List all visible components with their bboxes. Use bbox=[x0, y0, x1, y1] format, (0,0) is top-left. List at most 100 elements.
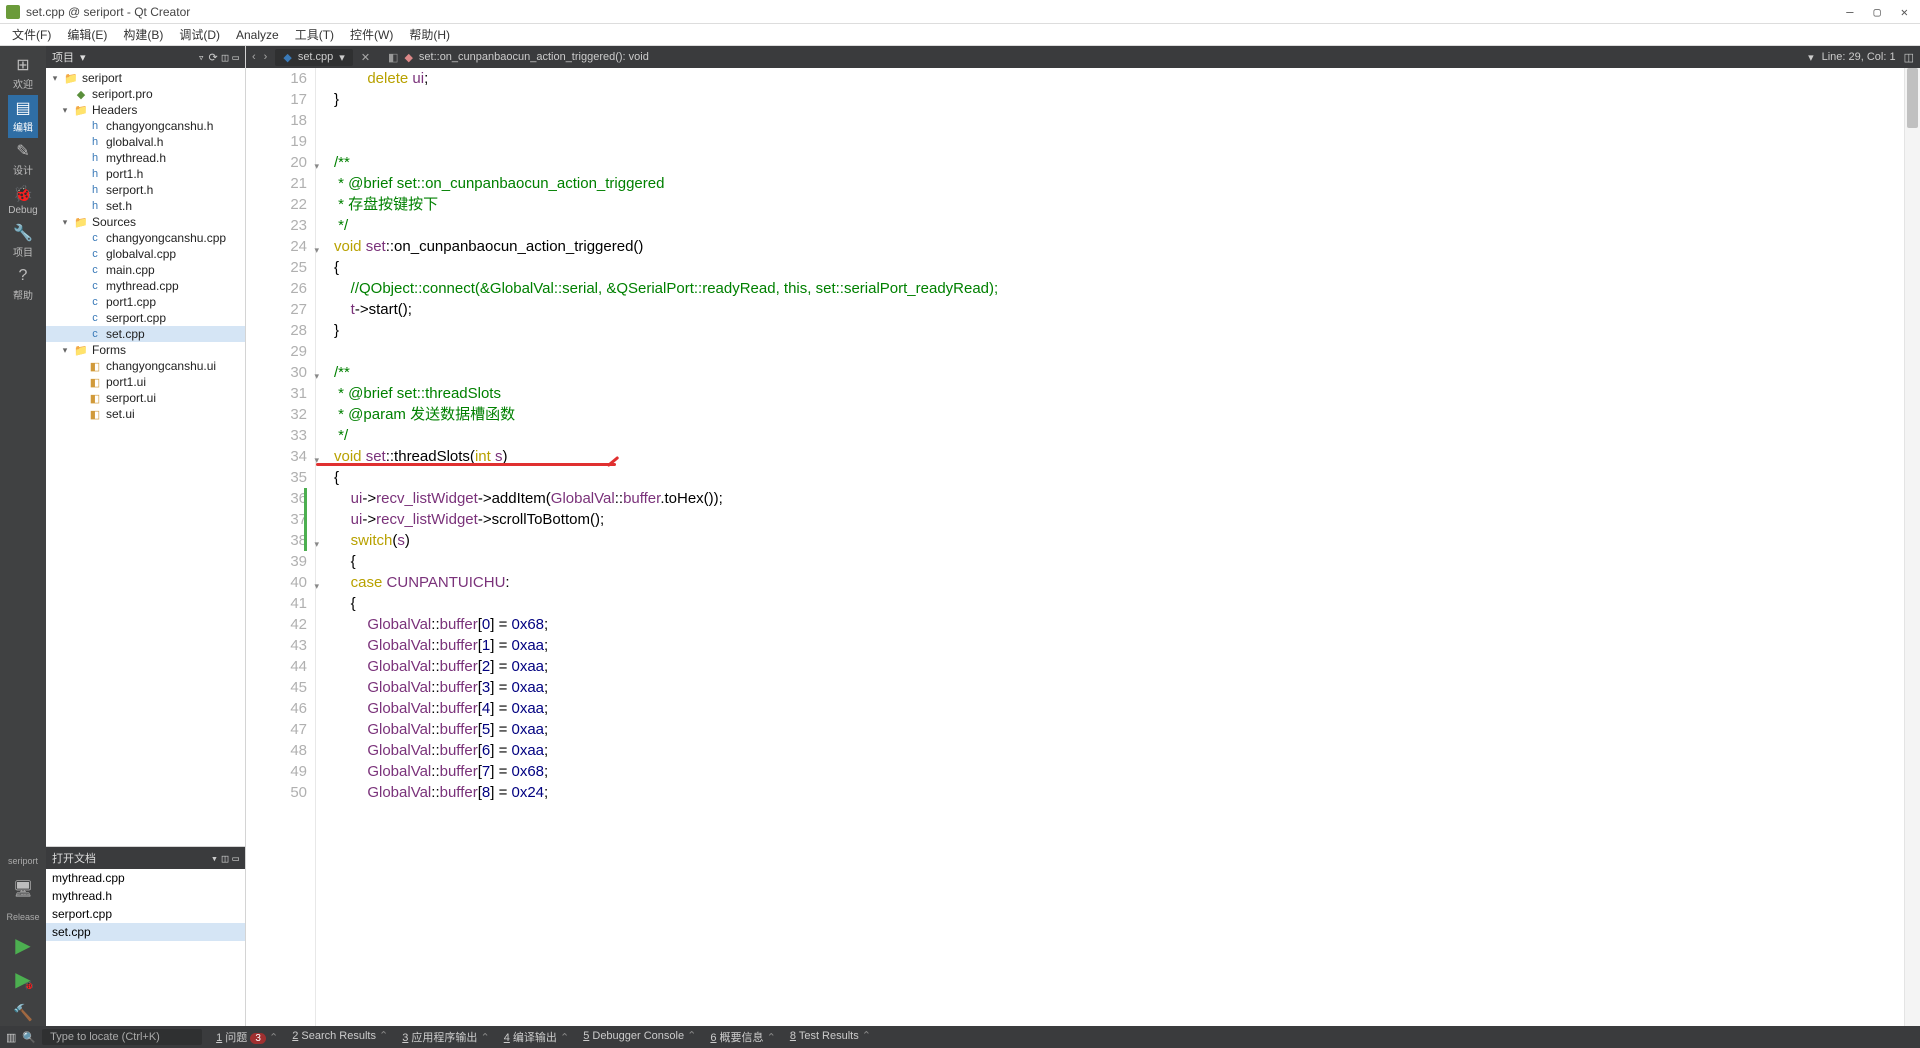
tree-file-port1.h[interactable]: hport1.h bbox=[46, 166, 245, 182]
tree-file-port1.ui[interactable]: ◧port1.ui bbox=[46, 374, 245, 390]
code-line-45[interactable]: GlobalVal::buffer[3] = 0xaa; bbox=[334, 677, 1920, 698]
locator-input[interactable]: Type to locate (Ctrl+K) bbox=[42, 1029, 202, 1045]
code-line-43[interactable]: GlobalVal::buffer[1] = 0xaa; bbox=[334, 635, 1920, 656]
open-doc-set.cpp[interactable]: set.cpp× bbox=[46, 923, 245, 941]
scrollbar-thumb[interactable] bbox=[1907, 68, 1918, 128]
mode-设计[interactable]: ✎设计 bbox=[8, 138, 37, 181]
code-line-22[interactable]: * 存盘按键按下 bbox=[334, 194, 1920, 215]
status-tab-Test Results[interactable]: 8 Test Results ⌃ bbox=[790, 1029, 871, 1045]
code-line-29[interactable] bbox=[334, 341, 1920, 362]
menu-window[interactable]: 控件(W) bbox=[342, 24, 401, 45]
kit-mode[interactable]: Release bbox=[6, 910, 39, 924]
status-tab-Debugger Console[interactable]: 5 Debugger Console ⌃ bbox=[583, 1029, 696, 1045]
close-panel-icon[interactable]: ▭ bbox=[232, 51, 239, 64]
open-docs-list[interactable]: mythread.cpp×mythread.h×serport.cpp×set.… bbox=[46, 869, 245, 1026]
tree-file-globalval.h[interactable]: hglobalval.h bbox=[46, 134, 245, 150]
code-area[interactable]: delete ui;}/** * @brief set::on_cunpanba… bbox=[316, 68, 1920, 1026]
nav-fwd-icon[interactable]: › bbox=[264, 51, 268, 63]
tree-file-serport.ui[interactable]: ◧serport.ui bbox=[46, 390, 245, 406]
code-line-27[interactable]: t->start(); bbox=[334, 299, 1920, 320]
menu-file[interactable]: 文件(F) bbox=[4, 24, 59, 45]
status-tab-问题[interactable]: 1 问题 3 ⌃ bbox=[216, 1029, 278, 1045]
project-tree[interactable]: ▾📁seriport◆seriport.pro▾📁Headershchangyo… bbox=[46, 68, 245, 846]
kit-selector[interactable]: 🖥 bbox=[0, 876, 46, 902]
code-line-26[interactable]: //QObject::connect(&GlobalVal::serial, &… bbox=[334, 278, 1920, 299]
tree-headers[interactable]: ▾📁Headers bbox=[46, 102, 245, 118]
build-button[interactable]: 🔨 bbox=[0, 1000, 46, 1026]
code-line-44[interactable]: GlobalVal::buffer[2] = 0xaa; bbox=[334, 656, 1920, 677]
mode-帮助[interactable]: ?帮助 bbox=[8, 263, 37, 306]
kit-project[interactable]: seriport bbox=[8, 854, 38, 868]
tree-file-main.cpp[interactable]: cmain.cpp bbox=[46, 262, 245, 278]
line-gutter[interactable]: 1617181920▾21222324▾252627282930▾3132333… bbox=[246, 68, 316, 1026]
tree-file-set.h[interactable]: hset.h bbox=[46, 198, 245, 214]
filter-icon[interactable]: ▿ bbox=[198, 51, 205, 64]
code-line-30[interactable]: /** bbox=[334, 362, 1920, 383]
code-line-17[interactable]: } bbox=[334, 89, 1920, 110]
tree-file-changyongcanshu.cpp[interactable]: cchangyongcanshu.cpp bbox=[46, 230, 245, 246]
split-icon[interactable]: ◫ bbox=[222, 51, 229, 64]
mode-Debug[interactable]: 🐞Debug bbox=[8, 181, 37, 220]
tree-pro[interactable]: ◆seriport.pro bbox=[46, 86, 245, 102]
code-line-16[interactable]: delete ui; bbox=[334, 68, 1920, 89]
menu-debug[interactable]: 调试(D) bbox=[171, 24, 228, 45]
status-tab-编译输出[interactable]: 4 编译输出 ⌃ bbox=[504, 1029, 569, 1045]
code-line-33[interactable]: */ bbox=[334, 425, 1920, 446]
menu-analyze[interactable]: Analyze bbox=[228, 26, 287, 44]
code-line-39[interactable]: { bbox=[334, 551, 1920, 572]
code-line-28[interactable]: } bbox=[334, 320, 1920, 341]
code-line-21[interactable]: * @brief set::on_cunpanbaocun_action_tri… bbox=[334, 173, 1920, 194]
tree-file-mythread.h[interactable]: hmythread.h bbox=[46, 150, 245, 166]
tree-sources[interactable]: ▾📁Sources bbox=[46, 214, 245, 230]
tree-file-globalval.cpp[interactable]: cglobalval.cpp bbox=[46, 246, 245, 262]
dropdown-icon[interactable]: ▾ bbox=[211, 852, 218, 865]
menu-tools[interactable]: 工具(T) bbox=[287, 24, 342, 45]
code-line-50[interactable]: GlobalVal::buffer[8] = 0x24; bbox=[334, 782, 1920, 803]
code-line-31[interactable]: * @brief set::threadSlots bbox=[334, 383, 1920, 404]
tree-file-set.cpp[interactable]: cset.cpp bbox=[46, 326, 245, 342]
open-doc-mythread.cpp[interactable]: mythread.cpp× bbox=[46, 869, 245, 887]
split-editor-icon[interactable]: ◫ bbox=[1904, 51, 1914, 64]
code-line-48[interactable]: GlobalVal::buffer[6] = 0xaa; bbox=[334, 740, 1920, 761]
open-doc-mythread.h[interactable]: mythread.h× bbox=[46, 887, 245, 905]
line-col[interactable]: Line: 29, Col: 1 bbox=[1822, 51, 1896, 64]
mode-项目[interactable]: 🔧项目 bbox=[8, 220, 37, 263]
split-icon[interactable]: ◫ bbox=[222, 852, 229, 865]
tree-file-serport.cpp[interactable]: cserport.cpp bbox=[46, 310, 245, 326]
tree-file-port1.cpp[interactable]: cport1.cpp bbox=[46, 294, 245, 310]
tree-file-mythread.cpp[interactable]: cmythread.cpp bbox=[46, 278, 245, 294]
close-button[interactable]: ✕ bbox=[1901, 5, 1908, 19]
maximize-button[interactable]: ▢ bbox=[1874, 5, 1881, 19]
tree-forms[interactable]: ▾📁Forms bbox=[46, 342, 245, 358]
mode-编辑[interactable]: ▤编辑 bbox=[8, 95, 37, 138]
nav-back-icon[interactable]: ‹ bbox=[252, 51, 256, 63]
mode-欢迎[interactable]: ⊞欢迎 bbox=[8, 52, 37, 95]
status-tab-Search Results[interactable]: 2 Search Results ⌃ bbox=[292, 1029, 388, 1045]
code-line-37[interactable]: ui->recv_listWidget->scrollToBottom(); bbox=[334, 509, 1920, 530]
code-line-46[interactable]: GlobalVal::buffer[4] = 0xaa; bbox=[334, 698, 1920, 719]
code-line-41[interactable]: { bbox=[334, 593, 1920, 614]
tab-dropdown-icon[interactable]: ▾ bbox=[339, 51, 345, 64]
run-debug-button[interactable]: ▶🐞 bbox=[0, 966, 46, 992]
code-line-24[interactable]: void set::on_cunpanbaocun_action_trigger… bbox=[334, 236, 1920, 257]
code-line-23[interactable]: */ bbox=[334, 215, 1920, 236]
code-line-32[interactable]: * @param 发送数据槽函数 bbox=[334, 404, 1920, 425]
tree-file-serport.h[interactable]: hserport.h bbox=[46, 182, 245, 198]
dropdown-icon[interactable]: ▾ bbox=[80, 51, 86, 64]
code-line-35[interactable]: { bbox=[334, 467, 1920, 488]
open-doc-serport.cpp[interactable]: serport.cpp× bbox=[46, 905, 245, 923]
code-line-49[interactable]: GlobalVal::buffer[7] = 0x68; bbox=[334, 761, 1920, 782]
vertical-scrollbar[interactable] bbox=[1904, 68, 1920, 1026]
status-tab-应用程序输出[interactable]: 3 应用程序输出 ⌃ bbox=[402, 1029, 489, 1045]
close-panel-icon[interactable]: ▭ bbox=[232, 852, 239, 865]
menu-build[interactable]: 构建(B) bbox=[115, 24, 171, 45]
code-line-38[interactable]: switch(s) bbox=[334, 530, 1920, 551]
status-tab-概要信息[interactable]: 6 概要信息 ⌃ bbox=[710, 1029, 775, 1045]
code-line-25[interactable]: { bbox=[334, 257, 1920, 278]
code-line-42[interactable]: GlobalVal::buffer[0] = 0x68; bbox=[334, 614, 1920, 635]
code-line-47[interactable]: GlobalVal::buffer[5] = 0xaa; bbox=[334, 719, 1920, 740]
bookmark-icon[interactable]: ◧ bbox=[388, 51, 398, 64]
code-line-19[interactable] bbox=[334, 131, 1920, 152]
tab-close-icon[interactable]: ✕ bbox=[361, 51, 370, 64]
run-button[interactable]: ▶ bbox=[0, 932, 46, 958]
